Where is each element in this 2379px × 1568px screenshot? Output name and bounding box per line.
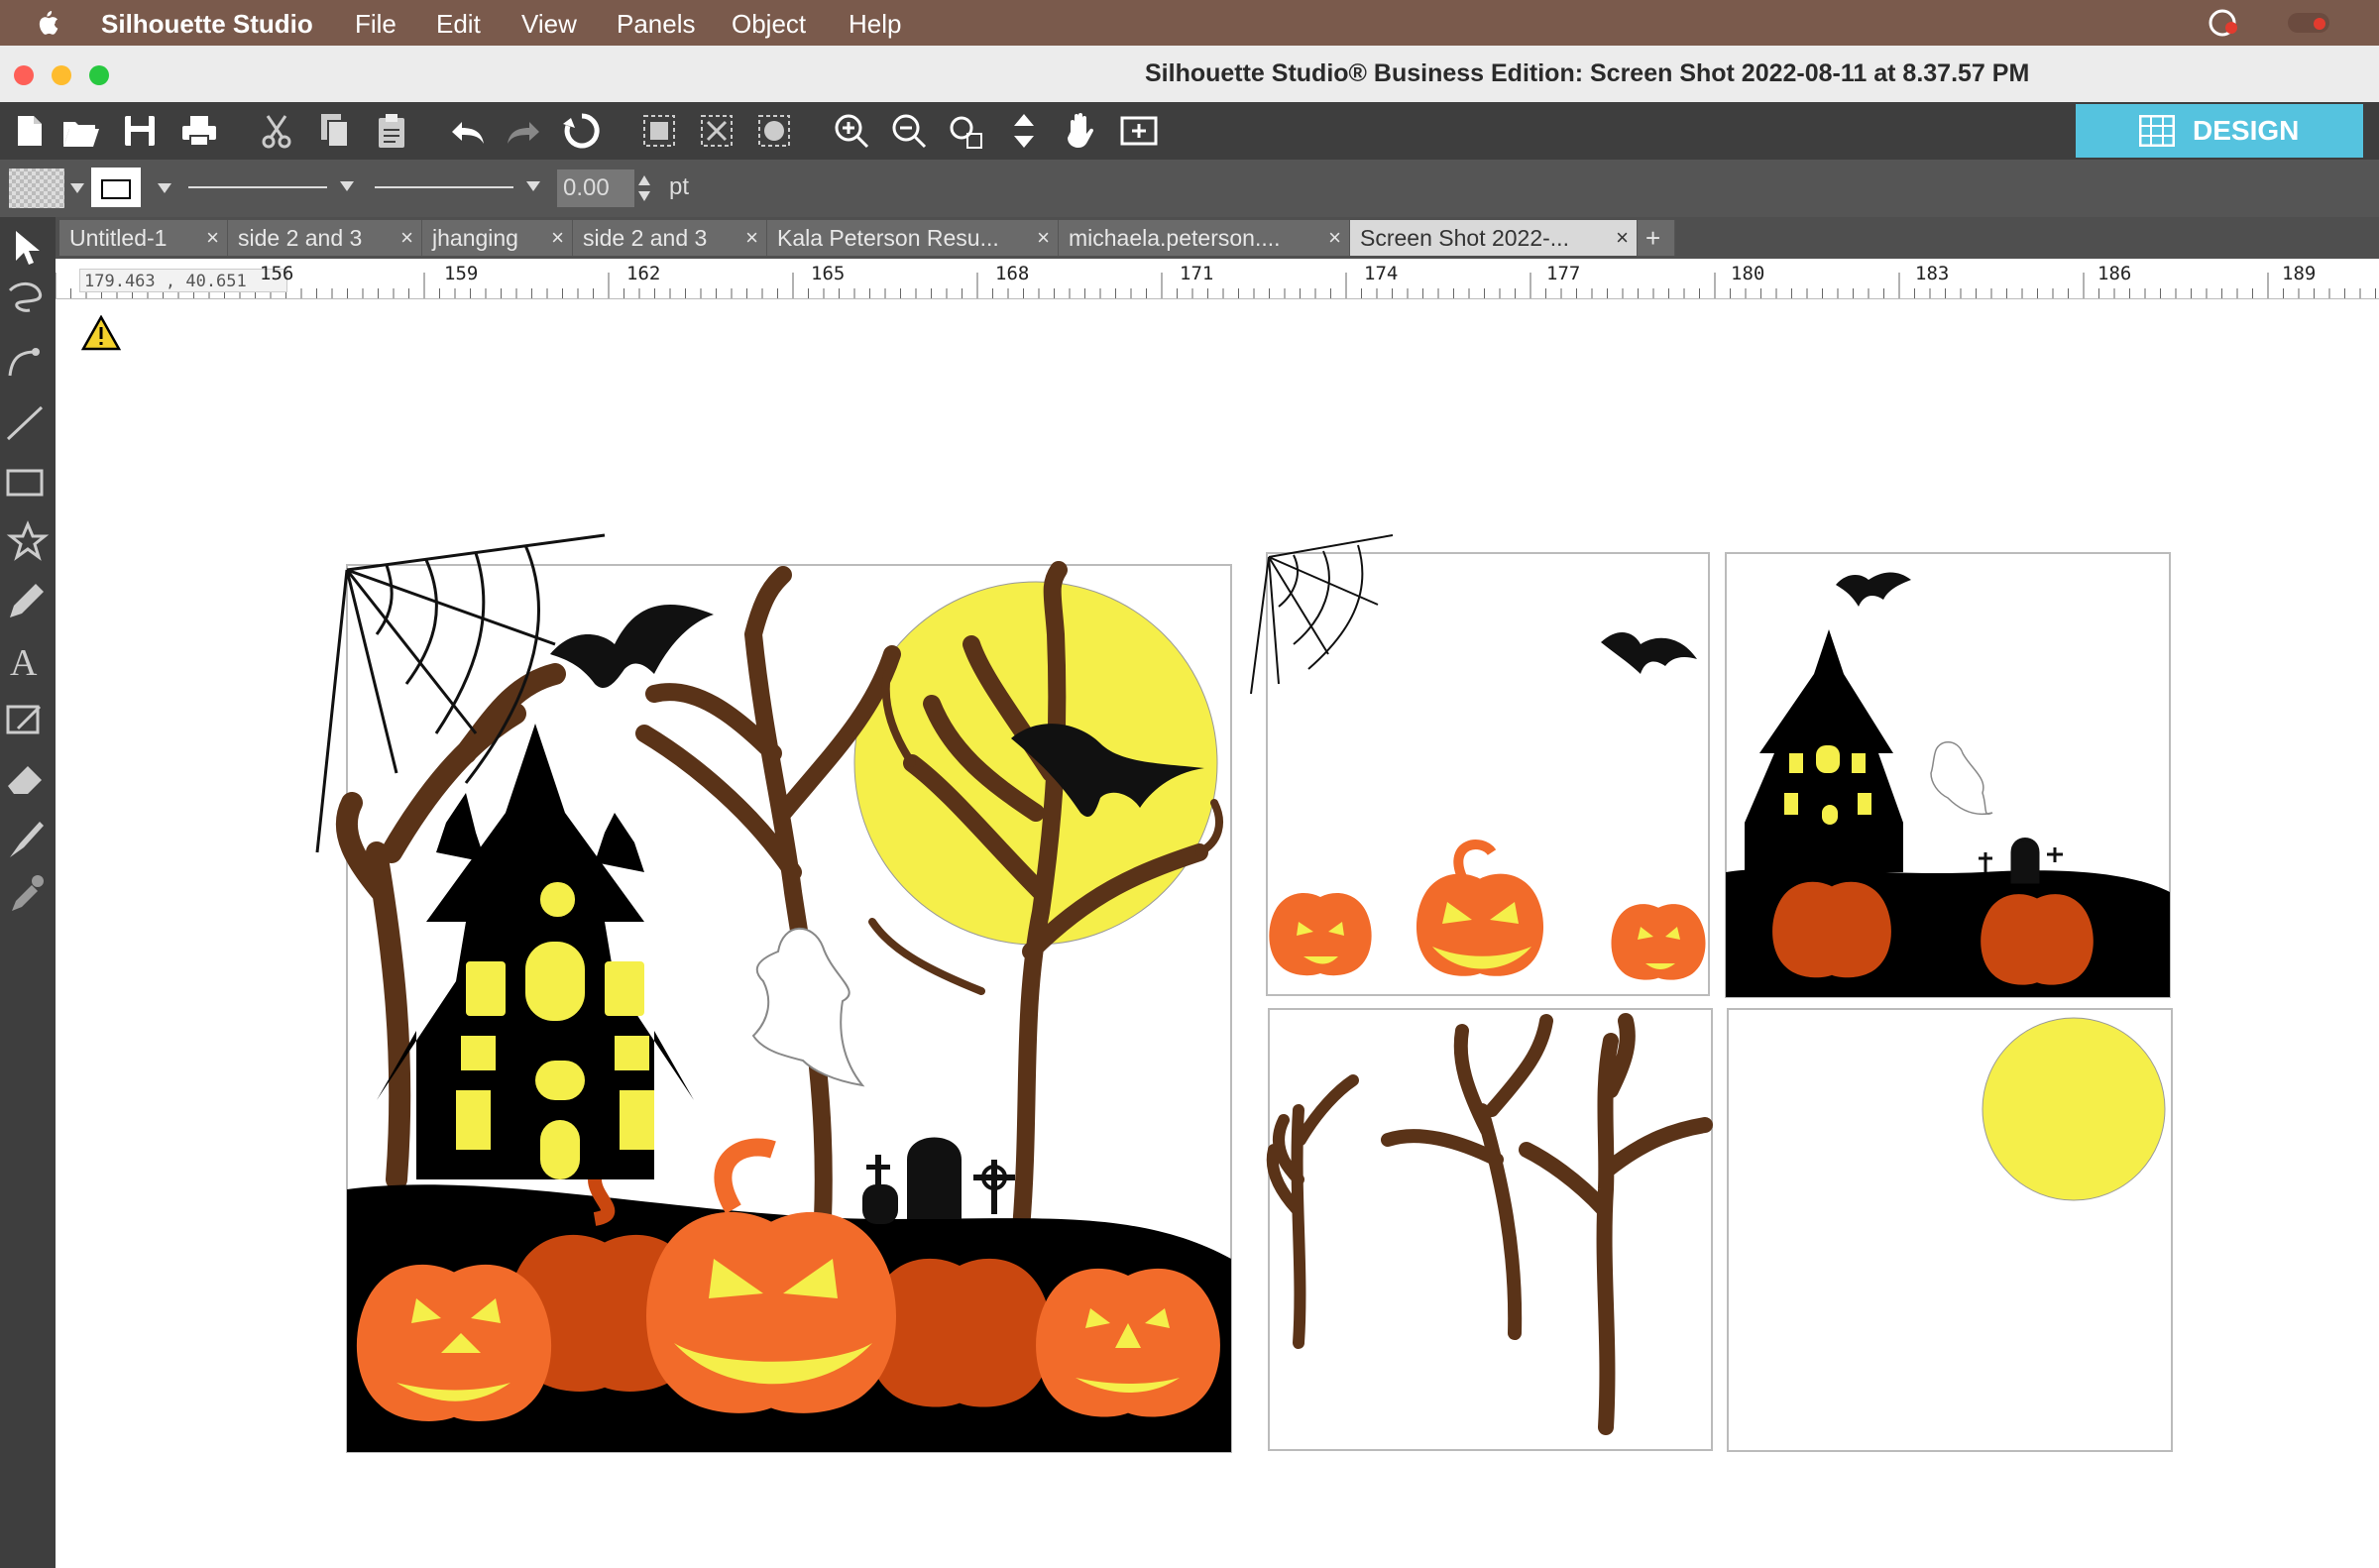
haunted-house-panel[interactable] xyxy=(1725,552,2171,998)
dead-trees-panel[interactable] xyxy=(1266,1008,1713,1451)
cobweb-bats-pumpkins-panel[interactable] xyxy=(1250,534,1710,996)
artwork-layer xyxy=(315,533,2173,1453)
moon-panel[interactable] xyxy=(1727,1008,2173,1452)
halloween-scene-composite[interactable] xyxy=(315,533,1232,1453)
